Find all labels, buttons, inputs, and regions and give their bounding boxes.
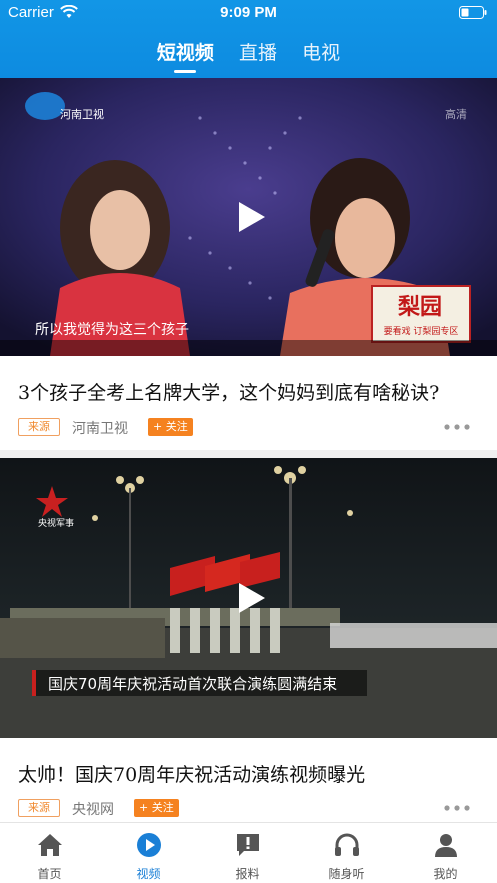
profile-icon	[435, 834, 457, 857]
play-circle-icon	[137, 833, 161, 857]
nav-label: 我的	[433, 867, 458, 881]
play-icon[interactable]	[235, 581, 269, 615]
video-meta: 来源 央视网 + 关注	[18, 797, 478, 819]
source-badge: 来源	[18, 418, 60, 436]
channel-logo-label: 河南卫视	[60, 107, 104, 121]
report-icon	[237, 834, 259, 856]
nav-label: 首页	[37, 867, 62, 881]
nav-label: 视频	[136, 867, 161, 881]
tab-tv[interactable]: 电视	[302, 38, 340, 73]
video-player[interactable]: 河南卫视 高清 梨园 要看戏 订梨园专区 所以我觉得为这三个孩子	[0, 78, 497, 356]
divider	[0, 450, 497, 458]
clock: 9:09 PM	[220, 4, 277, 21]
bottom-nav: 首页 视频 报料 随身听 我的	[0, 822, 497, 883]
video-subtitle: 所以我觉得为这三个孩子	[35, 321, 189, 338]
follow-button[interactable]: + 关注	[148, 418, 193, 436]
channel-logo-label: 央视军事	[38, 517, 74, 529]
nav-label: 报料	[235, 867, 260, 881]
more-icon[interactable]	[444, 805, 470, 811]
nav-profile[interactable]: 我的	[396, 823, 495, 883]
video-title[interactable]: 太帅！国庆70周年庆祝活动演练视频曝光	[18, 760, 488, 787]
nav-label: 随身听	[328, 867, 365, 881]
home-icon	[38, 834, 62, 856]
status-bar: Carrier 9:09 PM	[0, 0, 497, 26]
liyuan-banner-caption: 要看戏 订梨园专区	[384, 325, 459, 337]
source-name[interactable]: 河南卫视	[72, 418, 128, 438]
tab-live[interactable]: 直播	[239, 38, 277, 73]
headphones-icon	[335, 833, 359, 856]
nav-video[interactable]: 视频	[99, 823, 198, 883]
follow-button[interactable]: + 关注	[134, 799, 179, 817]
video-meta: 来源 河南卫视 + 关注	[18, 416, 478, 438]
more-icon[interactable]	[444, 424, 470, 430]
nav-report[interactable]: 报料	[198, 823, 297, 883]
nav-listen[interactable]: 随身听	[297, 823, 396, 883]
source-badge: 来源	[18, 799, 60, 817]
nav-home[interactable]: 首页	[0, 823, 99, 883]
play-icon[interactable]	[235, 200, 269, 234]
top-tabs: 短视频 直播 电视	[0, 38, 497, 73]
liyuan-banner-title: 梨园	[398, 294, 442, 320]
video-player[interactable]: 央视军事 国庆70周年庆祝活动首次联合演练圆满结束	[0, 458, 497, 738]
hd-label: 高清	[445, 107, 467, 121]
video-title[interactable]: 3个孩子全考上名牌大学，这个妈妈到底有啥秘诀?	[18, 378, 488, 405]
video-subtitle: 国庆70周年庆祝活动首次联合演练圆满结束	[48, 675, 337, 693]
tab-short-video[interactable]: 短视频	[157, 38, 214, 73]
header: Carrier 9:09 PM 短视频 直播 电视	[0, 0, 497, 78]
battery-icon	[459, 6, 487, 19]
source-name[interactable]: 央视网	[72, 799, 114, 819]
screen: Carrier 9:09 PM 短视频 直播 电视 河南卫视 高清 梨园 要看戏…	[0, 0, 497, 883]
